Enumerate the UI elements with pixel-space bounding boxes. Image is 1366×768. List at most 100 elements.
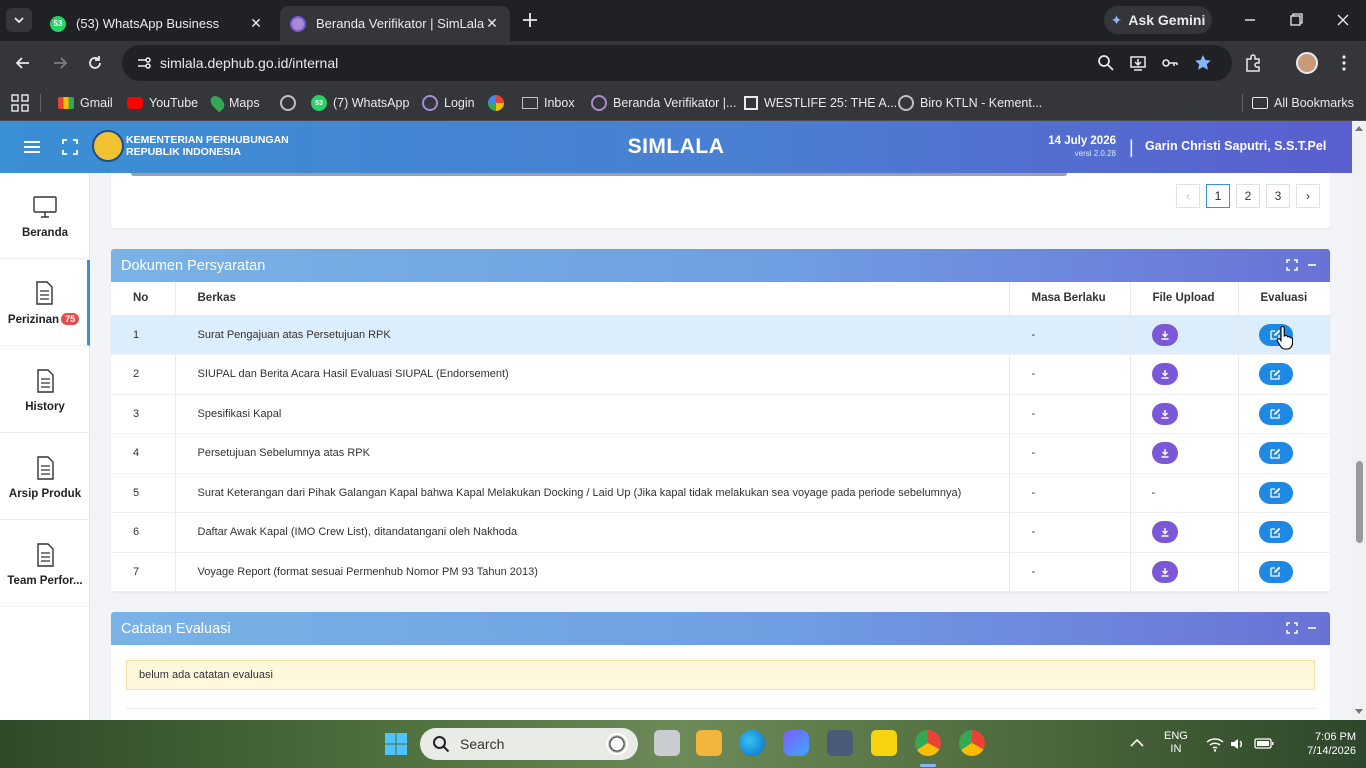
copilot-icon[interactable] <box>783 730 809 756</box>
wifi-icon[interactable] <box>1206 736 1224 752</box>
bookmark-beranda[interactable]: Beranda Verifikator |... <box>591 92 736 114</box>
close-icon[interactable]: ✕ <box>484 15 500 32</box>
bookmark-biro-ktln[interactable]: Biro KTLN - Kement... <box>898 92 1042 114</box>
close-window-icon[interactable] <box>1333 10 1353 30</box>
zoom-icon[interactable] <box>1096 53 1116 73</box>
extensions-icon[interactable] <box>1243 53 1263 73</box>
pagination-prev[interactable]: ‹ <box>1176 184 1200 208</box>
tab-search-button[interactable] <box>6 8 32 32</box>
evaluate-button[interactable] <box>1258 521 1293 544</box>
taskbar-search[interactable]: Search <box>420 728 638 760</box>
row-file-upload <box>1129 552 1238 592</box>
row-no: 5 <box>111 473 176 513</box>
profile-avatar[interactable] <box>1296 52 1318 74</box>
scroll-down-icon[interactable] <box>1355 709 1363 715</box>
expand-icon[interactable] <box>1286 259 1298 271</box>
ask-gemini-button[interactable]: ✦ Ask Gemini <box>1104 6 1212 34</box>
restore-icon[interactable] <box>1286 10 1306 30</box>
gemini-icon: ✦ <box>1110 11 1123 28</box>
chrome-profile-icon[interactable] <box>959 730 985 756</box>
install-app-icon[interactable] <box>1128 53 1148 73</box>
sidebar-item-perizinan[interactable]: Perizinan 75 <box>0 260 90 346</box>
apps-grid-icon[interactable] <box>11 94 29 112</box>
user-name[interactable]: Garin Christi Saputri, S.S.T.Pel <box>1145 139 1326 153</box>
row-evaluasi <box>1237 433 1330 474</box>
sidebar-item-beranda[interactable]: Beranda <box>0 173 90 259</box>
download-button[interactable] <box>1151 402 1178 425</box>
download-button[interactable] <box>1151 323 1178 346</box>
bookmark-login[interactable]: Login <box>422 92 475 114</box>
hamburger-menu-icon[interactable] <box>22 137 42 157</box>
reload-icon[interactable] <box>85 53 105 73</box>
collapse-icon[interactable] <box>1306 622 1318 634</box>
bookmark-star-icon[interactable] <box>1193 53 1213 73</box>
evaluate-button[interactable] <box>1258 481 1293 504</box>
pagination-page-2[interactable]: 2 <box>1236 184 1260 208</box>
bookmark-label: YouTube <box>149 96 199 110</box>
download-button[interactable] <box>1151 521 1178 544</box>
scroll-up-icon[interactable] <box>1355 125 1363 131</box>
sidebar-item-history[interactable]: History <box>0 347 90 433</box>
globe-icon <box>280 95 296 111</box>
url-text: simlala.dephub.go.id/internal <box>160 55 339 71</box>
battery-icon[interactable] <box>1254 737 1274 750</box>
bookmark-inbox[interactable]: Inbox <box>522 92 575 114</box>
evaluate-button[interactable] <box>1258 442 1293 465</box>
all-bookmarks-button[interactable]: All Bookmarks <box>1252 92 1354 114</box>
sidebar-item-team-performance[interactable]: Team Perfor... <box>0 521 90 607</box>
bookmark-whatsapp[interactable]: 53 (7) WhatsApp <box>311 92 409 114</box>
download-button[interactable] <box>1151 363 1178 386</box>
more-menu-icon[interactable] <box>1334 53 1354 73</box>
download-button[interactable] <box>1151 442 1178 465</box>
taskbar-search-label: Search <box>460 736 505 752</box>
plus-icon[interactable] <box>520 10 540 30</box>
horizontal-scrollbar[interactable] <box>131 173 1067 176</box>
volume-icon[interactable] <box>1229 736 1245 752</box>
minimize-icon[interactable] <box>1240 10 1260 30</box>
pagination-next[interactable]: › <box>1296 184 1320 208</box>
back-arrow-icon[interactable] <box>13 53 33 73</box>
evaluate-button[interactable] <box>1258 363 1293 386</box>
windows-start-icon[interactable] <box>384 732 408 756</box>
password-key-icon[interactable] <box>1160 53 1180 73</box>
address-bar[interactable]: simlala.dephub.go.id/internal <box>122 45 1232 81</box>
ministry-line2: REPUBLIK INDONESIA <box>126 146 241 158</box>
scrollbar-thumb[interactable] <box>1356 461 1363 543</box>
sidebar-item-arsip-produk[interactable]: Arsip Produk <box>0 434 90 520</box>
bookmark-maps[interactable]: Maps <box>207 92 260 114</box>
vertical-scrollbar[interactable] <box>1352 121 1366 720</box>
site-info-icon[interactable] <box>136 55 152 71</box>
row-evaluasi <box>1237 354 1330 395</box>
evaluate-button[interactable] <box>1258 402 1293 425</box>
bookmark-westlife[interactable]: WESTLIFE 25: THE A... <box>744 92 897 114</box>
bookmark-globe[interactable] <box>280 92 302 114</box>
language-indicator[interactable]: ENG IN <box>1164 730 1188 756</box>
chrome-icon[interactable] <box>915 730 941 756</box>
tray-chevron-up-icon[interactable] <box>1130 738 1144 748</box>
pagination-page-1[interactable]: 1 <box>1206 184 1230 208</box>
tab-whatsapp[interactable]: 53 (53) WhatsApp Business ✕ <box>40 6 274 41</box>
close-icon[interactable]: ✕ <box>248 15 264 32</box>
edge-icon[interactable] <box>739 730 765 756</box>
download-button[interactable] <box>1151 560 1178 583</box>
collapse-icon[interactable] <box>1306 259 1318 271</box>
expand-icon[interactable] <box>1286 622 1298 634</box>
row-evaluasi <box>1237 473 1330 513</box>
pagination-page-3[interactable]: 3 <box>1266 184 1290 208</box>
sticky-notes-icon[interactable] <box>871 730 897 756</box>
evaluate-button[interactable] <box>1258 560 1293 583</box>
row-no: 3 <box>111 394 176 434</box>
task-view-icon[interactable] <box>654 730 680 756</box>
camera-app-icon[interactable] <box>827 730 853 756</box>
clock[interactable]: 7:06 PM 7/14/2026 <box>1290 730 1356 758</box>
tab-simlala[interactable]: Beranda Verifikator | SimLala ✕ <box>280 6 510 41</box>
fullscreen-icon[interactable] <box>60 137 80 157</box>
bookmark-pinwheel[interactable] <box>488 92 510 114</box>
bookmark-youtube[interactable]: YouTube <box>127 92 198 114</box>
table-row: 6 Daftar Awak Kapal (IMO Crew List), dita… <box>111 512 1330 553</box>
bookmark-label: Inbox <box>544 96 575 110</box>
browser-tab-bar: 53 (53) WhatsApp Business ✕ Beranda Veri… <box>0 0 1366 41</box>
forward-arrow-icon[interactable] <box>50 53 70 73</box>
bookmark-gmail[interactable]: Gmail <box>58 92 113 114</box>
file-explorer-icon[interactable] <box>696 730 722 756</box>
